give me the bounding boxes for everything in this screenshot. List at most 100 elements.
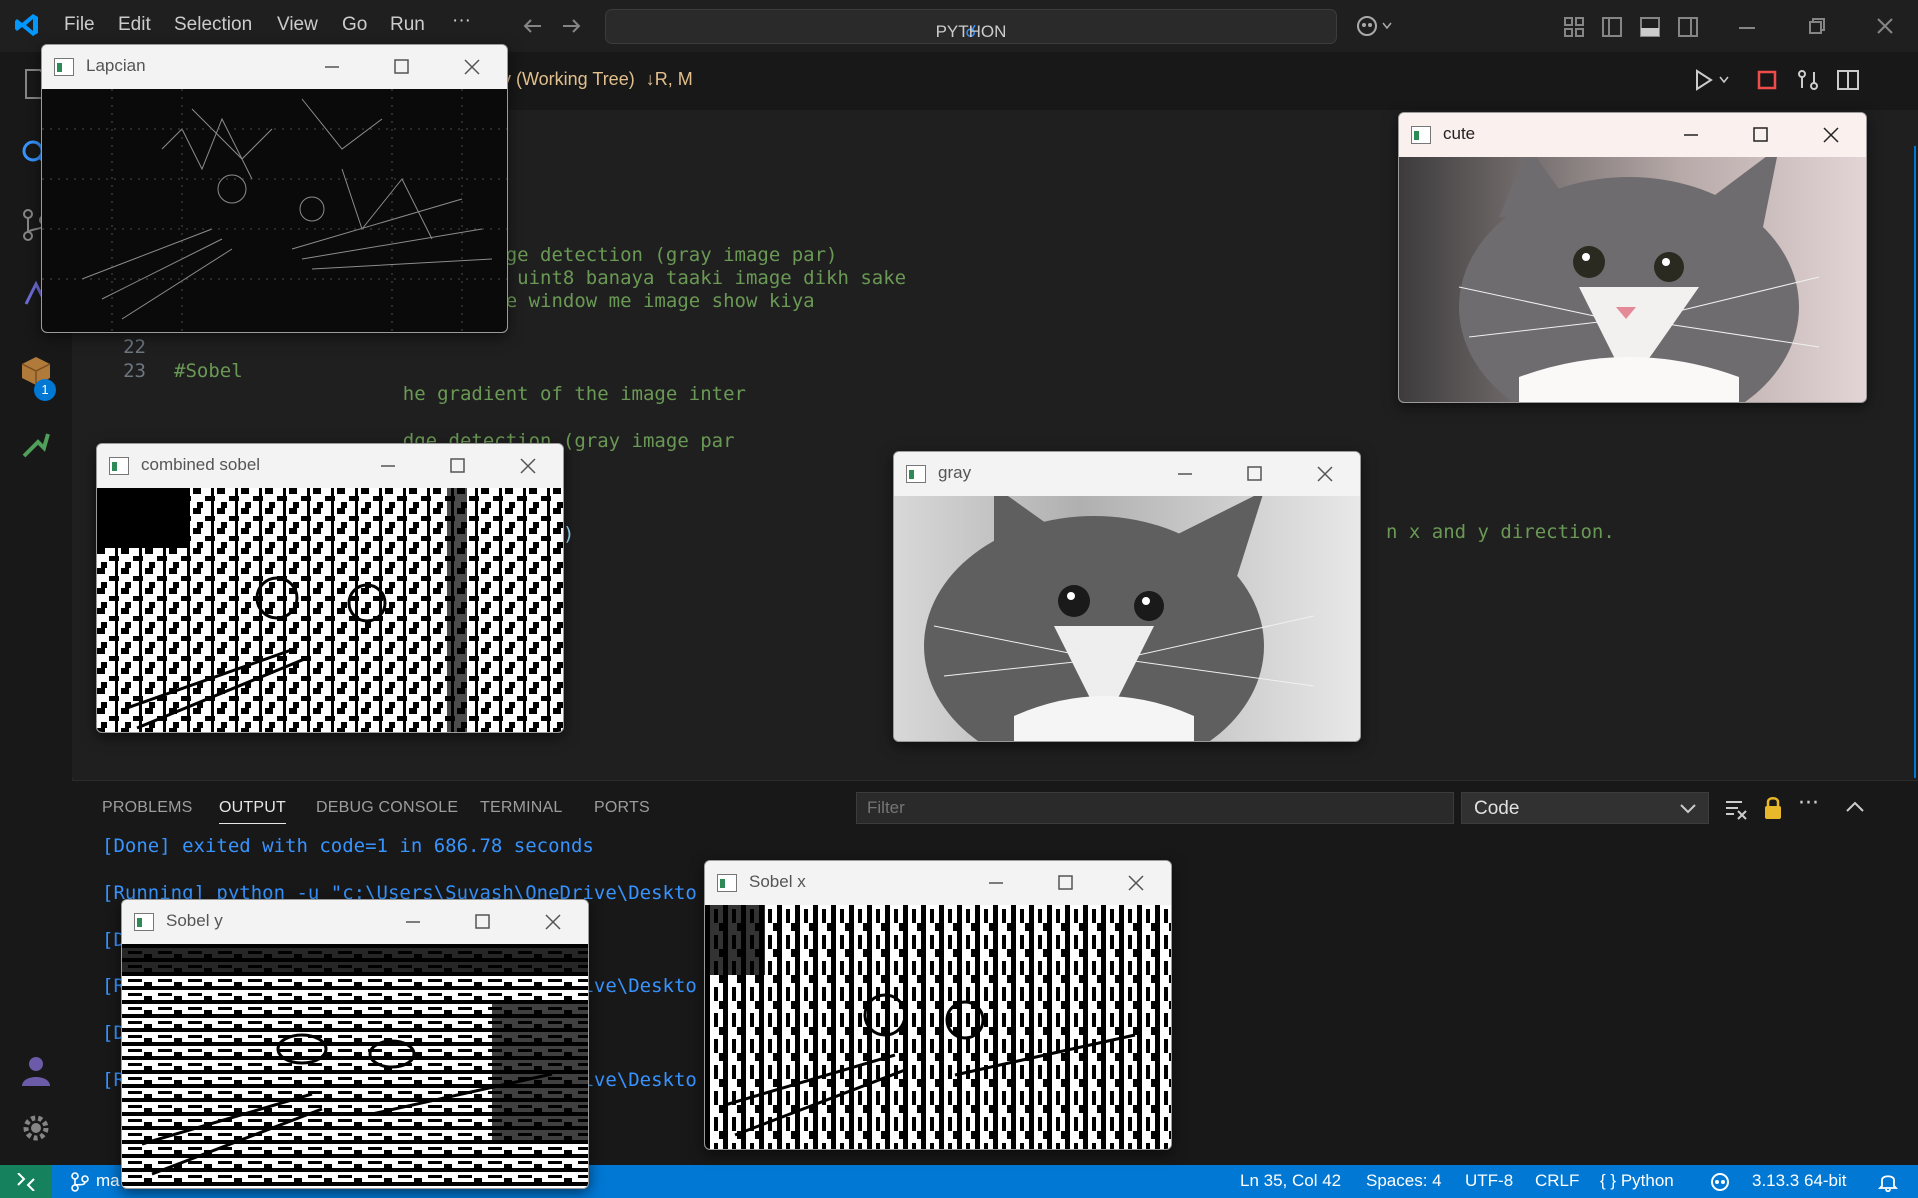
window-title-bar[interactable]: cute <box>1399 113 1866 157</box>
laplacian-image <box>42 89 507 332</box>
window-combined-sobel[interactable]: combined sobel <box>96 443 564 733</box>
testing-icon[interactable] <box>18 426 54 462</box>
menu-run[interactable]: Run <box>390 14 425 36</box>
tab-problems[interactable]: PROBLEMS <box>102 799 193 817</box>
git-branch-icon[interactable] <box>70 1172 90 1192</box>
accounts-icon[interactable] <box>18 1052 54 1088</box>
output-filter-input[interactable] <box>856 792 1454 824</box>
customize-layout-icon[interactable] <box>1563 16 1585 38</box>
tab-diff-working-tree[interactable]: y (Working Tree) ↓R, M <box>502 69 693 90</box>
window-title: Sobel y <box>166 911 223 930</box>
menu-selection[interactable]: Selection <box>174 14 252 36</box>
minimize-icon[interactable] <box>981 869 1011 897</box>
menu-edit[interactable]: Edit <box>118 14 151 36</box>
window-title-bar[interactable]: combined sobel <box>97 444 563 488</box>
menu-go[interactable]: Go <box>342 14 367 36</box>
close-icon[interactable] <box>513 452 543 480</box>
window-sobel-x[interactable]: Sobel x <box>704 860 1172 1150</box>
maximize-icon[interactable] <box>468 908 498 936</box>
indentation[interactable]: Spaces: 4 <box>1366 1171 1442 1191</box>
open-changes-icon[interactable] <box>1796 68 1820 92</box>
window-title: Sobel x <box>749 872 806 891</box>
search-text: PYTHON <box>935 22 1007 41</box>
minimize-icon[interactable] <box>1170 460 1200 488</box>
language-mode[interactable]: { } Python <box>1600 1171 1674 1191</box>
toggle-primary-sidebar-icon[interactable] <box>1601 16 1623 38</box>
maximize-icon[interactable] <box>1746 121 1776 149</box>
tab-output[interactable]: OUTPUT <box>219 799 286 824</box>
minimize-icon[interactable] <box>1676 121 1706 149</box>
window-title: gray <box>938 463 972 482</box>
copilot-icon[interactable] <box>1355 14 1395 38</box>
tab-ports[interactable]: PORTS <box>594 799 650 817</box>
output-channel-select[interactable]: Code <box>1461 792 1709 824</box>
menu-view[interactable]: View <box>277 14 318 36</box>
clear-output-icon[interactable] <box>1724 797 1748 821</box>
close-icon[interactable] <box>1121 869 1151 897</box>
kitten-gray-image <box>894 496 1360 741</box>
maximize-icon[interactable] <box>443 452 473 480</box>
run-python-file-icon[interactable] <box>1694 68 1734 92</box>
close-icon[interactable] <box>1816 121 1846 149</box>
app-icon <box>1411 126 1431 144</box>
minimize-icon[interactable] <box>317 53 347 81</box>
python-interpreter[interactable]: 3.13.3 64-bit <box>1752 1171 1847 1191</box>
combined-sobel-image <box>97 488 563 732</box>
app-icon <box>54 58 74 76</box>
window-sobel-y[interactable]: Sobel y <box>121 899 589 1189</box>
window-title: combined sobel <box>141 455 261 474</box>
minimize-icon[interactable] <box>398 908 428 936</box>
window-restore-icon[interactable] <box>1807 16 1827 36</box>
window-title-bar[interactable]: Sobel x <box>705 861 1171 905</box>
tab-debug-console[interactable]: DEBUG CONSOLE <box>316 799 458 817</box>
toggle-secondary-sidebar-icon[interactable] <box>1677 16 1699 38</box>
window-minimize-icon[interactable] <box>1737 18 1757 38</box>
copilot-status-icon[interactable] <box>1708 1172 1732 1192</box>
line-number: 23 <box>123 360 146 382</box>
end-of-line[interactable]: CRLF <box>1535 1171 1579 1191</box>
forward-arrow-icon[interactable] <box>561 15 583 37</box>
back-arrow-icon[interactable] <box>521 15 543 37</box>
app-icon <box>134 913 154 931</box>
code-text: he gradient of the image inter <box>174 383 746 405</box>
window-title: Lapcian <box>86 56 146 75</box>
command-center-search[interactable]: ☌ PYTHON <box>605 9 1337 44</box>
maximize-panel-icon[interactable] <box>1844 797 1866 817</box>
menu-file[interactable]: File <box>64 14 95 36</box>
panel-more-actions-icon[interactable]: ··· <box>1798 791 1819 816</box>
app-icon <box>109 457 129 475</box>
window-close-icon[interactable] <box>1875 16 1895 36</box>
notifications-bell-icon[interactable] <box>1878 1171 1898 1193</box>
output-line: [Done] exited with code=1 in 686.78 seco… <box>102 835 594 857</box>
maximize-icon[interactable] <box>1051 869 1081 897</box>
maximize-icon[interactable] <box>387 53 417 81</box>
encoding[interactable]: UTF-8 <box>1465 1171 1513 1191</box>
maximize-icon[interactable] <box>1240 460 1270 488</box>
tab-label: y (Working Tree) <box>502 69 635 89</box>
stop-icon[interactable] <box>1756 69 1778 91</box>
remote-icon <box>17 1173 35 1191</box>
cursor-position[interactable]: Ln 35, Col 42 <box>1240 1171 1341 1191</box>
close-icon[interactable] <box>1310 460 1340 488</box>
sobel-y-image <box>122 944 588 1188</box>
window-cute[interactable]: cute <box>1398 112 1867 403</box>
line-number: 22 <box>123 336 146 358</box>
window-title-bar[interactable]: Lapcian <box>42 45 507 89</box>
braces-icon: { } <box>1600 1171 1617 1190</box>
extensions-badge: 1 <box>34 379 56 401</box>
close-icon[interactable] <box>538 908 568 936</box>
menu-more[interactable]: ··· <box>452 10 471 32</box>
window-gray[interactable]: gray <box>893 451 1361 742</box>
toggle-panel-icon[interactable] <box>1639 16 1661 38</box>
minimize-icon[interactable] <box>373 452 403 480</box>
git-branch-name[interactable]: ma <box>96 1171 120 1191</box>
remote-indicator[interactable] <box>0 1165 52 1198</box>
settings-gear-icon[interactable] <box>18 1110 54 1146</box>
lock-scroll-icon[interactable] <box>1762 795 1784 821</box>
tab-terminal[interactable]: TERMINAL <box>480 799 563 817</box>
window-lapcian[interactable]: Lapcian <box>41 44 508 333</box>
close-icon[interactable] <box>457 53 487 81</box>
window-title-bar[interactable]: Sobel y <box>122 900 588 944</box>
window-title-bar[interactable]: gray <box>894 452 1360 496</box>
split-editor-icon[interactable] <box>1836 68 1860 92</box>
